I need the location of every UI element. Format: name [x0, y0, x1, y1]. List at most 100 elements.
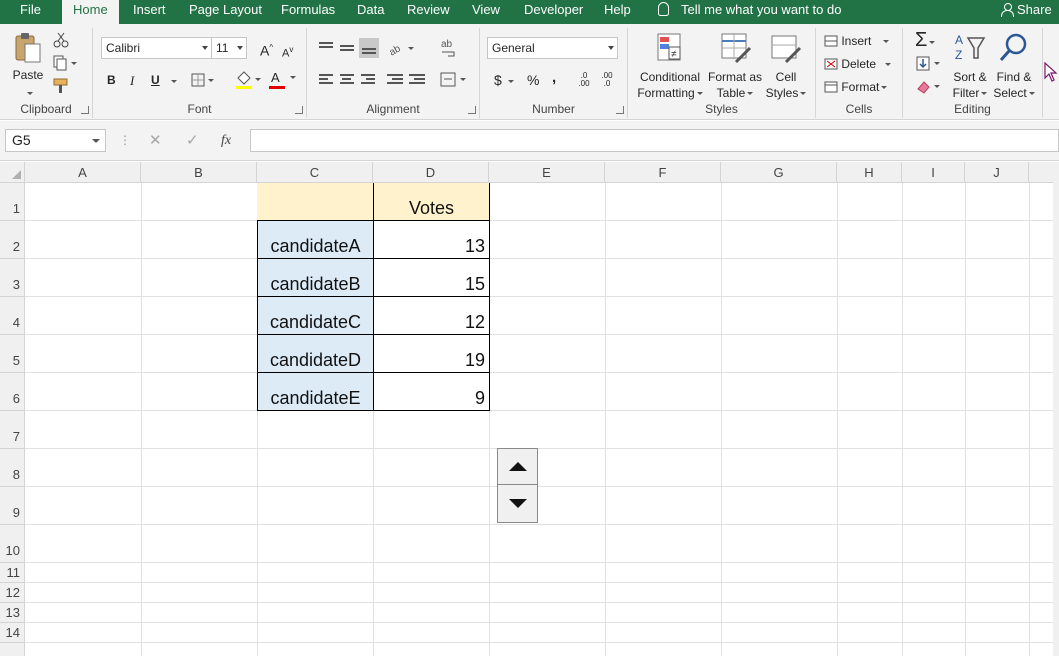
row-header-4[interactable]: 4: [0, 297, 25, 335]
cell-d4-votes[interactable]: 12: [373, 296, 490, 335]
paste-button[interactable]: Paste: [8, 30, 48, 95]
spin-button-control[interactable]: [497, 448, 538, 523]
tab-file[interactable]: File: [20, 0, 41, 24]
name-box[interactable]: G5: [5, 129, 106, 152]
column-header-i[interactable]: I: [902, 162, 965, 183]
row-header-7[interactable]: 7: [0, 411, 25, 449]
cell-d5-votes[interactable]: 19: [373, 334, 490, 373]
insert-function-button[interactable]: fx: [221, 129, 231, 152]
cell-c4-candidate-name[interactable]: candidateC: [257, 296, 374, 335]
worksheet-grid[interactable]: A B C D E F G H I J 1 2 3 4 5 6 7 8 9 10…: [0, 162, 1059, 656]
tab-data[interactable]: Data: [357, 0, 384, 24]
find-select-button[interactable]: Find & Select: [992, 30, 1036, 102]
cancel-entry-icon[interactable]: ✕: [149, 129, 162, 152]
row-header-14[interactable]: 14: [0, 623, 25, 643]
increase-font-size-button[interactable]: A^: [260, 40, 273, 59]
row-header-11[interactable]: 11: [0, 563, 25, 583]
font-name-select[interactable]: Calibri: [101, 37, 212, 59]
underline-caret-icon[interactable]: [171, 80, 177, 83]
column-header-d[interactable]: D: [373, 162, 489, 183]
bold-button[interactable]: B: [107, 73, 116, 88]
vertical-scrollbar[interactable]: [1053, 162, 1059, 656]
top-align-icon[interactable]: [319, 42, 333, 50]
row-header-13[interactable]: 13: [0, 603, 25, 623]
spin-down-button[interactable]: [498, 486, 537, 522]
confirm-entry-icon[interactable]: ✓: [186, 129, 199, 152]
tab-view[interactable]: View: [472, 0, 500, 24]
number-launcher-icon[interactable]: [616, 106, 624, 114]
tab-developer[interactable]: Developer: [524, 0, 583, 24]
cell-c1[interactable]: [257, 183, 374, 221]
column-header-a[interactable]: A: [25, 162, 141, 183]
increase-indent-icon[interactable]: [409, 74, 425, 86]
tab-home[interactable]: Home: [62, 0, 119, 24]
comma-button[interactable]: ,: [552, 70, 556, 85]
conditional-formatting-button[interactable]: ≠ Conditional Formatting: [634, 30, 706, 102]
column-header-g[interactable]: G: [721, 162, 837, 183]
insert-cells-button[interactable]: Insert: [824, 34, 889, 49]
decrease-font-size-button[interactable]: Av: [282, 42, 293, 62]
share-button[interactable]: Share: [1001, 0, 1052, 24]
fill-icon[interactable]: [916, 56, 944, 72]
tab-help[interactable]: Help: [604, 0, 631, 24]
tab-review[interactable]: Review: [407, 0, 450, 24]
column-header-f[interactable]: F: [605, 162, 721, 183]
row-header-3[interactable]: 3: [0, 259, 25, 297]
cell-styles-button[interactable]: Cell Styles: [764, 30, 808, 102]
format-cells-button[interactable]: Format: [824, 80, 888, 95]
column-header-e[interactable]: E: [489, 162, 605, 183]
format-painter-icon[interactable]: [53, 78, 71, 94]
tab-insert[interactable]: Insert: [133, 0, 166, 24]
column-header-j[interactable]: J: [965, 162, 1029, 183]
cell-c2-candidate-name[interactable]: candidateA: [257, 220, 374, 259]
increase-decimal-button[interactable]: .0 .00: [575, 72, 593, 88]
row-header-12[interactable]: 12: [0, 583, 25, 603]
borders-icon[interactable]: [191, 73, 215, 87]
cell-c5-candidate-name[interactable]: candidateD: [257, 334, 374, 373]
row-header-1[interactable]: 1: [0, 183, 25, 221]
decrease-indent-icon[interactable]: [387, 74, 403, 86]
row-header-6[interactable]: 6: [0, 373, 25, 411]
align-right-icon[interactable]: [361, 74, 375, 86]
italic-button[interactable]: I: [130, 73, 134, 88]
cell-d2-votes[interactable]: 13: [373, 220, 490, 259]
format-as-table-button[interactable]: Format as Table: [706, 30, 764, 102]
delete-cells-button[interactable]: Delete: [824, 57, 892, 72]
alignment-launcher-icon[interactable]: [468, 106, 476, 114]
cell-d3-votes[interactable]: 15: [373, 258, 490, 297]
autosum-button[interactable]: Σ: [915, 30, 936, 50]
cell-c6-candidate-name[interactable]: candidateE: [257, 372, 374, 411]
row-header-9[interactable]: 9: [0, 487, 25, 525]
clipboard-launcher-icon[interactable]: [81, 106, 89, 114]
row-header-5[interactable]: 5: [0, 335, 25, 373]
align-center-icon[interactable]: [340, 74, 354, 86]
row-header-2[interactable]: 2: [0, 221, 25, 259]
fill-color-icon[interactable]: [235, 70, 261, 90]
column-header-c[interactable]: C: [257, 162, 373, 183]
cell-c3-candidate-name[interactable]: candidateB: [257, 258, 374, 297]
clear-icon[interactable]: [916, 79, 944, 95]
percent-button[interactable]: %: [527, 73, 539, 88]
formula-input[interactable]: [250, 129, 1059, 152]
cell-d1-votes-header[interactable]: Votes: [373, 183, 490, 221]
number-format-select[interactable]: General: [487, 37, 618, 59]
copy-icon[interactable]: [53, 55, 77, 71]
merge-center-icon[interactable]: [440, 72, 468, 88]
bottom-align-icon[interactable]: [359, 38, 379, 58]
font-color-icon[interactable]: A: [269, 70, 296, 90]
decrease-decimal-button[interactable]: .00 .0: [598, 72, 616, 88]
align-left-icon[interactable]: [319, 74, 333, 86]
column-header-h[interactable]: H: [837, 162, 902, 183]
tab-formulas[interactable]: Formulas: [281, 0, 335, 24]
orientation-icon[interactable]: ab: [387, 40, 415, 56]
font-launcher-icon[interactable]: [295, 106, 303, 114]
sort-filter-button[interactable]: AZ Sort & Filter: [948, 30, 992, 102]
cut-icon[interactable]: [53, 32, 69, 48]
currency-button[interactable]: $: [494, 73, 514, 88]
spin-up-button[interactable]: [498, 449, 537, 485]
select-all-corner[interactable]: [0, 162, 25, 183]
row-header-8[interactable]: 8: [0, 449, 25, 487]
font-size-select[interactable]: 11: [211, 37, 247, 59]
underline-button[interactable]: U: [151, 73, 160, 88]
cell-d6-votes[interactable]: 9: [373, 372, 490, 411]
